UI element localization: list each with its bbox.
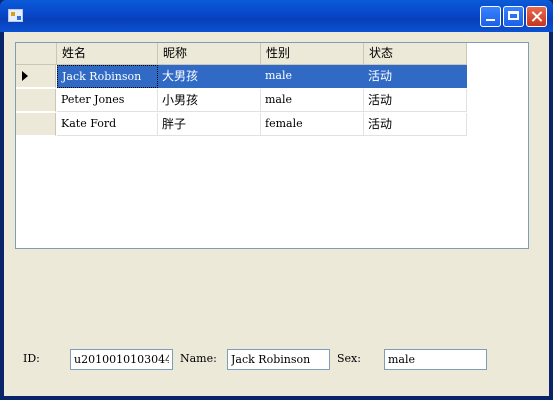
grid-corner-cell[interactable] [16, 43, 57, 64]
column-header-name[interactable]: 姓名 [57, 43, 158, 64]
cell-status[interactable]: 活动 [364, 113, 467, 136]
minimize-button[interactable] [480, 6, 501, 27]
table-row[interactable]: Jack Robinson 大男孩 male 活动 [16, 65, 467, 88]
cell-name[interactable]: Jack Robinson [57, 65, 158, 88]
cell-nickname[interactable]: 胖子 [158, 113, 261, 136]
data-grid[interactable]: 姓名 昵称 性别 状态 Jack Robinson 大男孩 male 活动 Pe… [15, 42, 529, 249]
cell-gender[interactable]: female [261, 113, 364, 136]
column-header-status[interactable]: 状态 [364, 43, 467, 64]
minimize-icon [481, 7, 500, 26]
window-controls [480, 6, 547, 27]
id-field[interactable] [70, 349, 173, 370]
row-header[interactable] [16, 65, 56, 88]
sex-label: Sex: [337, 352, 361, 365]
app-window-icon[interactable] [8, 9, 23, 22]
id-label: ID: [23, 352, 40, 365]
table-row[interactable]: Kate Ford 胖子 female 活动 [16, 113, 467, 136]
title-bar[interactable] [0, 0, 553, 32]
table-row[interactable]: Peter Jones 小男孩 male 活动 [16, 89, 467, 112]
cell-nickname[interactable]: 大男孩 [158, 65, 261, 88]
column-header-nickname[interactable]: 昵称 [158, 43, 261, 64]
current-row-arrow-icon [22, 71, 28, 81]
column-header-gender[interactable]: 性别 [261, 43, 364, 64]
cell-status[interactable]: 活动 [364, 65, 467, 88]
sex-field[interactable] [384, 349, 487, 370]
form-client-area: 姓名 昵称 性别 状态 Jack Robinson 大男孩 male 活动 Pe… [4, 32, 549, 396]
maximize-button[interactable] [503, 6, 524, 27]
row-header[interactable] [16, 113, 56, 136]
close-button[interactable] [526, 6, 547, 27]
row-header[interactable] [16, 89, 56, 112]
name-field[interactable] [227, 349, 330, 370]
cell-gender[interactable]: male [261, 89, 364, 112]
grid-header-row: 姓名 昵称 性别 状态 [16, 43, 467, 65]
cell-name[interactable]: Peter Jones [57, 89, 158, 112]
cell-status[interactable]: 活动 [364, 89, 467, 112]
cell-nickname[interactable]: 小男孩 [158, 89, 261, 112]
close-icon [527, 7, 546, 26]
cell-name[interactable]: Kate Ford [57, 113, 158, 136]
main-window: 姓名 昵称 性别 状态 Jack Robinson 大男孩 male 活动 Pe… [0, 0, 553, 400]
maximize-icon [504, 7, 523, 26]
name-label: Name: [180, 352, 217, 365]
cell-gender[interactable]: male [261, 65, 364, 88]
